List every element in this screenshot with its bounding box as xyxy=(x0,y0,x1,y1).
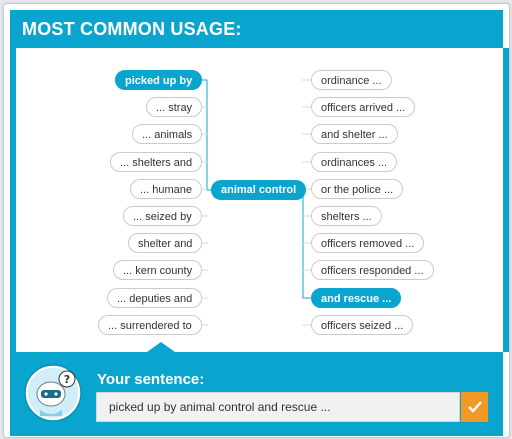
left-phrase-chip[interactable]: shelter and xyxy=(128,233,203,253)
phrase-panel xyxy=(10,48,509,352)
sentence-label: Your sentence: xyxy=(97,371,205,388)
right-phrase-chip[interactable]: officers responded ... xyxy=(311,260,434,280)
right-phrase-chip[interactable]: or the police ... xyxy=(311,179,404,199)
right-phrase-chip[interactable]: officers seized ... xyxy=(311,315,414,335)
right-phrase-chip[interactable]: and shelter ... xyxy=(311,124,398,144)
header-bar: MOST COMMON USAGE: xyxy=(10,10,503,59)
center-phrase: animal control xyxy=(211,180,307,200)
left-phrase-chip[interactable]: ... shelters and xyxy=(110,152,203,172)
svg-text:?: ? xyxy=(64,373,70,386)
right-phrase-chip[interactable]: officers removed ... xyxy=(311,233,425,253)
left-phrase-chip[interactable]: ... surrendered to xyxy=(98,315,202,335)
check-icon xyxy=(467,401,482,413)
footer-notch xyxy=(147,342,175,352)
usage-dialog: MOST COMMON USAGE: ? Your sentence: pick… xyxy=(3,3,510,438)
left-phrase-chip[interactable]: ... stray xyxy=(146,97,203,117)
help-mascot-icon: ? xyxy=(24,364,82,422)
left-phrase-chip[interactable]: ... kern county xyxy=(113,260,203,280)
left-phrase-chip[interactable]: ... deputies and xyxy=(107,288,203,308)
left-phrase-chip[interactable]: ... humane xyxy=(130,179,202,199)
left-phrase-chip[interactable]: ... seized by xyxy=(123,206,202,226)
right-phrase-chip[interactable]: ordinance ... xyxy=(311,70,392,90)
dialog-title: MOST COMMON USAGE: xyxy=(22,19,242,39)
submit-button[interactable] xyxy=(461,392,488,422)
right-phrase-chip[interactable]: shelters ... xyxy=(311,206,382,226)
right-phrase-chip[interactable]: and rescue ... xyxy=(311,288,402,308)
left-phrase-chip[interactable]: picked up by xyxy=(115,70,203,90)
sentence-field[interactable]: picked up by animal control and rescue .… xyxy=(96,392,460,422)
right-phrase-chip[interactable]: ordinances ... xyxy=(311,152,398,172)
sentence-footer: ? Your sentence: picked up by animal con… xyxy=(10,342,503,436)
left-phrase-chip[interactable]: ... animals xyxy=(132,124,203,144)
right-phrase-chip[interactable]: officers arrived ... xyxy=(311,97,416,117)
